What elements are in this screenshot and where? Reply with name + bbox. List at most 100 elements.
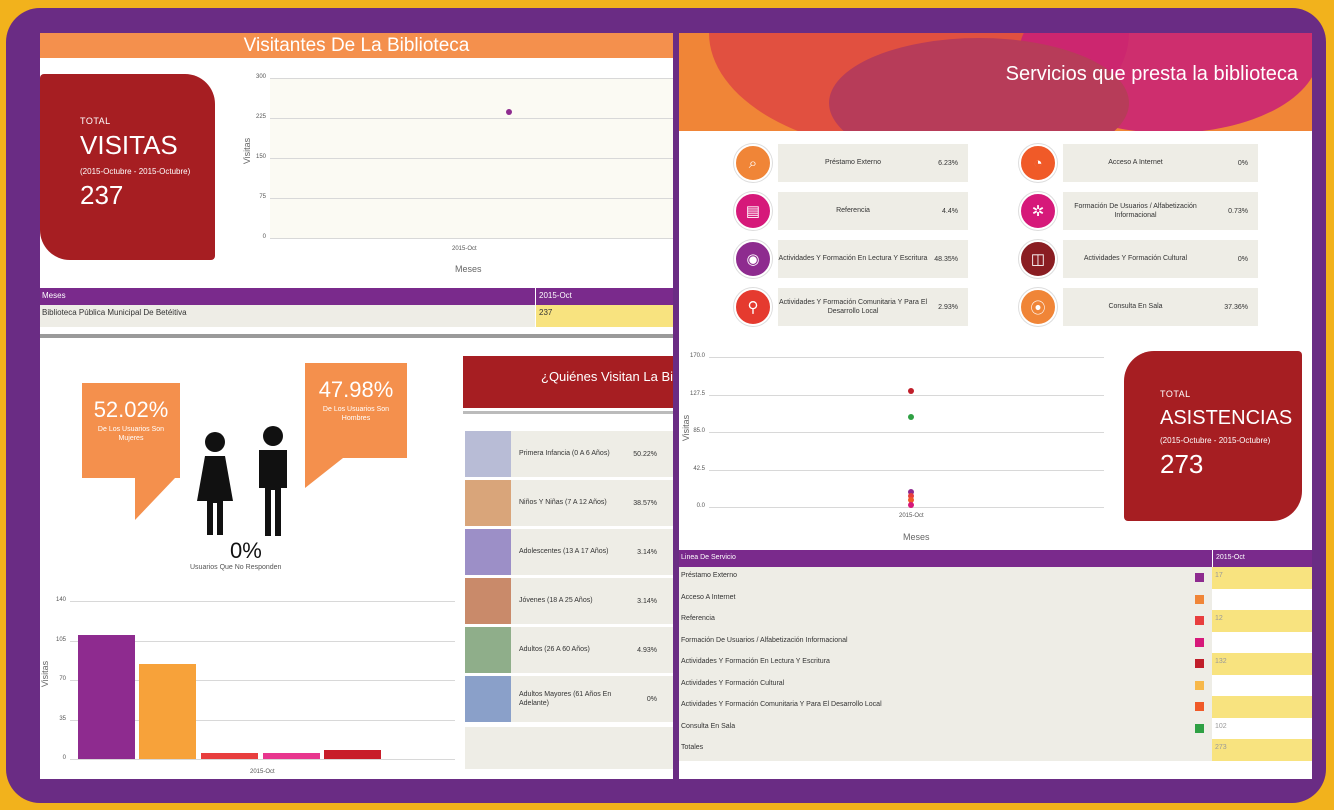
list-item: Adultos Mayores (61 Años En Adelante) 0% bbox=[465, 676, 673, 722]
male-bubble: 47.98% De Los Usuarios Son Hombres bbox=[305, 363, 407, 458]
service-pct: 37.36% bbox=[1224, 303, 1248, 311]
antenna-icon: ⚲ bbox=[734, 288, 772, 326]
service-item: ◉ Actividades Y Formación En Lectura Y Es… bbox=[734, 240, 968, 278]
services-title: Servicios que presta la biblioteca bbox=[1005, 63, 1298, 85]
assistance-chart: Visitas Meses 2015-Oct 170.0 127.5 85.0 42.… bbox=[679, 353, 1109, 550]
service-label: Actividades Y Formación Comunitaria Y Pa… bbox=[778, 298, 928, 315]
asis-label: ASISTENCIAS bbox=[1160, 407, 1293, 429]
assistance-plot-area bbox=[709, 357, 1104, 509]
service-line-label: Actividades Y Formación Comunitaria Y Pa… bbox=[679, 696, 1187, 718]
female-sub: De Los Usuarios Son Mujeres bbox=[97, 426, 165, 443]
visits-chart: Visitas Meses 2015-Oct 300 225 150 75 0 bbox=[240, 74, 673, 281]
visitors-title: Visitantes De La Biblioteca bbox=[40, 33, 673, 58]
x-axis-label: Meses bbox=[455, 264, 482, 274]
books-icon: ▤ bbox=[734, 192, 772, 230]
male-icon bbox=[259, 426, 287, 536]
y-tick-label: 105 bbox=[55, 636, 66, 643]
gridline bbox=[270, 238, 673, 239]
y-tick-label: 140 bbox=[55, 597, 66, 603]
bar bbox=[78, 634, 135, 759]
services-header: Servicios que presta la biblioteca bbox=[679, 33, 1312, 131]
service-line-label: Formación De Usuarios / Alfabetización I… bbox=[679, 631, 1187, 653]
table-row: Formación De Usuarios / Alfabetización I… bbox=[679, 631, 1312, 654]
female-bubble-pointer bbox=[135, 478, 175, 520]
swatch-cell bbox=[1187, 696, 1212, 718]
age-group-photo bbox=[465, 529, 511, 575]
network-icon: ✲ bbox=[1019, 192, 1057, 230]
color-swatch bbox=[1195, 702, 1204, 712]
service-item: ◫ Actividades Y Formación Cultural 0% bbox=[1019, 240, 1258, 278]
service-pct: 0% bbox=[1237, 159, 1248, 167]
color-swatch bbox=[1195, 573, 1204, 583]
visits-label: VISITAS bbox=[80, 130, 178, 160]
visits-plot-area bbox=[270, 78, 673, 239]
table-row: Acceso A Internet bbox=[679, 588, 1312, 611]
color-swatch bbox=[1195, 659, 1204, 669]
service-value bbox=[1212, 632, 1312, 654]
service-line-label: Consulta En Sala bbox=[679, 717, 1187, 739]
asis-total-label: TOTAL bbox=[1160, 389, 1191, 399]
service-value: 102 bbox=[1215, 722, 1227, 730]
bar-y-axis-label: Visitas bbox=[40, 660, 51, 688]
who-visits-header: ¿Quiénes Visitan La Bi bbox=[463, 356, 673, 408]
female-icon bbox=[197, 432, 233, 535]
list-item: Jóvenes (18 A 25 Años) 3.14% bbox=[465, 578, 673, 624]
magnifier-icon: ⌕ bbox=[734, 144, 772, 182]
gridline bbox=[70, 601, 455, 602]
age-group-photo bbox=[465, 578, 511, 624]
gridline bbox=[270, 158, 673, 159]
left-panel: Visitantes De La Biblioteca TOTAL VISITA… bbox=[40, 33, 673, 779]
gridline bbox=[709, 432, 1104, 433]
age-group-label: Adultos (26 A 60 Años) bbox=[519, 646, 590, 654]
list-item: Adolescentes (13 A 17 Años) 3.14% bbox=[465, 529, 673, 575]
service-line-label: Referencia bbox=[679, 610, 1187, 632]
total-assistance-card: TOTAL ASISTENCIAS (2015-Octubre - 2015-O… bbox=[1124, 351, 1302, 521]
color-swatch bbox=[1195, 594, 1204, 604]
service-item: ⦿ Consulta En Sala 37.36% bbox=[1019, 288, 1258, 326]
age-group-pct: 50.22% bbox=[633, 450, 657, 458]
service-label: Actividades Y Formación Cultural bbox=[1083, 255, 1188, 263]
age-group-pct: 4.93% bbox=[637, 646, 657, 654]
list-item-empty bbox=[465, 727, 673, 769]
y-tick-label: 225 bbox=[255, 114, 266, 120]
data-point bbox=[908, 387, 914, 394]
service-value bbox=[1212, 696, 1312, 718]
service-label: Actividades Y Formación En Lectura Y Esc… bbox=[778, 255, 928, 263]
table-row: Referencia 12 bbox=[679, 610, 1312, 632]
age-group-label: Jóvenes (18 A 25 Años) bbox=[519, 597, 593, 605]
female-pct: 52.02% bbox=[93, 397, 169, 422]
total-visits-card: TOTAL VISITAS (2015-Octubre - 2015-Octub… bbox=[40, 74, 215, 260]
service-value bbox=[1212, 589, 1312, 611]
service-value: 17 bbox=[1212, 567, 1312, 589]
service-line-label: Préstamo Externo bbox=[679, 567, 1187, 589]
age-group-photo bbox=[465, 676, 511, 722]
table-row: Biblioteca Pública Municipal De Betéitiv… bbox=[40, 305, 673, 327]
service-box: Actividades Y Formación Cultural 0% bbox=[1063, 240, 1258, 278]
color-swatch bbox=[1195, 680, 1204, 690]
service-table-body: Préstamo Externo 17 Acceso A Internet Refer… bbox=[679, 567, 1312, 761]
pie-chart-icon: ◔ bbox=[1019, 144, 1057, 182]
right-panel: Servicios que presta la biblioteca ⌕ Prés… bbox=[679, 33, 1312, 779]
list-item: Niños Y Niñas (7 A 12 Años) 38.57% bbox=[465, 480, 673, 526]
film-reel-icon: ◉ bbox=[734, 240, 772, 278]
swatch-cell bbox=[1187, 653, 1212, 675]
service-pct: 6.23% bbox=[938, 159, 958, 167]
assist-x-tick-label: 2015-Oct bbox=[899, 513, 924, 519]
service-value: 273 bbox=[1212, 739, 1312, 761]
gridline bbox=[709, 394, 1104, 396]
service-line-label: Totales bbox=[679, 739, 1187, 761]
service-item: ◔ Acceso A Internet 0% bbox=[1019, 144, 1258, 182]
color-swatch bbox=[1195, 723, 1204, 733]
male-pct: 47.98% bbox=[318, 377, 394, 402]
data-point bbox=[506, 108, 512, 115]
service-label: Préstamo Externo bbox=[824, 159, 882, 167]
mouse-icon: ◫ bbox=[1019, 240, 1057, 278]
total-visits-number: 237 bbox=[80, 180, 124, 210]
service-table-header: Linea De Servicio 2015-Oct bbox=[679, 550, 1312, 567]
y-tick-label: 70 bbox=[59, 676, 66, 682]
service-item: ▤ Referencia 4.4% bbox=[734, 192, 968, 230]
service-value: 132 bbox=[1212, 653, 1312, 675]
service-pct: 0% bbox=[1237, 255, 1248, 263]
service-label: Referencia bbox=[836, 207, 870, 215]
header-period: 2015-Oct bbox=[535, 288, 673, 305]
